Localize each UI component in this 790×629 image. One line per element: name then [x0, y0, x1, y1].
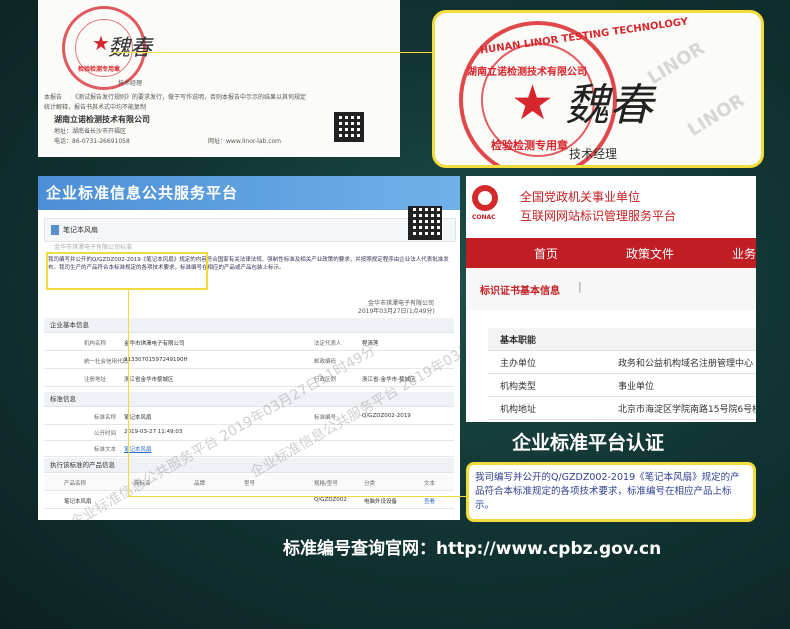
cell-value: 浙江省金华市婺城区 — [124, 377, 174, 383]
qr-code-icon — [334, 112, 364, 142]
product-title-bar: 笔记本风扇 — [44, 218, 456, 242]
company-website: 网址：www.linor-lab.com — [208, 138, 282, 145]
column-header: 型号 — [244, 481, 256, 487]
watermark: LINOR — [644, 38, 709, 89]
report-body-text: 《测试报告发行规则》的要求发行，做于写作说明，否则本报告中示示的结果以其何规定 — [72, 94, 307, 101]
query-site-caption: 标准编号查询官网：http://www.cpbz.gov.cn — [283, 539, 662, 559]
column-header: 产品名称 — [64, 481, 87, 487]
document-icon — [51, 225, 59, 235]
conac-table-title: 基本职能 — [488, 328, 756, 351]
product-title: 笔记本风扇 — [63, 226, 98, 234]
table-row: 机构地址 北京市海淀区学院南路15号院6号楼 — [488, 397, 756, 420]
cell-value: 91330701597249190H — [124, 357, 188, 363]
section-divider: | — [578, 280, 582, 293]
highlight-box — [46, 252, 208, 290]
company-name: 湖南立诺检测技术有限公司 — [54, 115, 150, 124]
sign-date: 2019年03月27日(1点49分) — [358, 308, 435, 315]
company-tel: 电话：86-0731-26691058 — [54, 138, 130, 145]
conac-nav: 首页 政策文件 业务 — [466, 238, 756, 268]
cell-label: 机构名称 — [84, 341, 107, 347]
table-row: 主办单位 政务和公益机构域名注册管理中心 — [488, 351, 756, 374]
stamp-caption: 检验检测专用章 — [78, 66, 121, 73]
stamp-zoom-panel: LINOR LINOR HUNAN LINOR TESTING TECHNOLO… — [432, 10, 764, 168]
cell-label: 统一社会信用代码 — [84, 359, 129, 365]
cell-value: 2019-03-27 11:49:03 — [124, 429, 183, 435]
column-header: 文本 — [424, 481, 436, 487]
nav-item-policy[interactable]: 政策文件 — [626, 245, 674, 262]
conac-header: CONAC 全国党政机关事业单位 互联网网站标识管理服务平台 — [466, 176, 756, 228]
table-title-label: 基本职能 — [500, 336, 537, 346]
test-report-image: ★ 检验检测专用章 魏春 技术经理 本报告 《测试报告发行规则》的要求发行，做于… — [38, 0, 400, 157]
section-basic-info: 企业基本信息 — [44, 318, 454, 333]
watermark: LINOR — [684, 90, 749, 141]
conac-org-line2: 互联网网站标识管理服务平台 — [520, 209, 677, 223]
table-row: 机构类型 事业单位 — [488, 374, 756, 397]
cell-label: 注册地址 — [84, 377, 107, 383]
signature: 魏春 — [565, 80, 653, 131]
platform-title: 企业标准信息公共服务平台 — [38, 176, 460, 210]
table-row: 统一社会信用代码 91330701597249190H 邮政编码 — [44, 352, 454, 369]
manager-role: 技术经理 — [569, 147, 618, 161]
section-bar: 标识证书基本信息 | — [466, 268, 756, 310]
cell-value: 北京市海淀区学院南路15号院6号楼 — [618, 405, 756, 415]
nav-item-home[interactable]: 首页 — [534, 245, 558, 262]
column-header: 规格/型号 — [314, 481, 338, 487]
table-cell[interactable]: 查看 — [424, 497, 435, 505]
conac-org-line1: 全国党政机关事业单位 — [520, 190, 641, 204]
report-prefix: 本报告 — [44, 94, 63, 101]
cell-label: 标准名称 — [94, 415, 117, 421]
star-icon: ★ — [511, 75, 555, 131]
cell-value: 政务和公益机构域名注册管理中心 — [618, 359, 754, 369]
platform-cert-caption: 企业标准平台认证 — [512, 432, 665, 454]
company-address: 地址：湖南省长沙市开福区 — [54, 128, 127, 135]
column-header: 分类 — [364, 481, 376, 487]
section-title: 标识证书基本信息 — [480, 286, 560, 297]
connector-line — [128, 496, 468, 497]
cell-value: 金华市琪澤电子有限公司 — [124, 341, 185, 347]
cell-label: 机构类型 — [500, 382, 537, 392]
stamp-ring-text: HUNAN LINOR TESTING TECHNOLOGY — [479, 16, 689, 57]
connector-line — [128, 288, 129, 496]
report-body-text-2: 统计解释，报告书其术式中均不能复制 — [44, 104, 147, 111]
table-cell: 电脑外设设备 — [364, 499, 398, 505]
cell-label: 主办单位 — [500, 359, 537, 369]
qr-code-icon — [408, 206, 442, 240]
connector-line — [112, 52, 434, 53]
cell-label: 机构地址 — [500, 405, 537, 415]
table-header-row: 产品名称 商标名 品牌 型号 规格/型号 分类 文本 — [44, 474, 454, 491]
column-header: 品牌 — [194, 481, 206, 487]
company-name-blurred: 金华市琪澤电子有限公司标准 — [54, 244, 133, 251]
stamp-bottom-text: 检验检测专用章 — [491, 139, 568, 152]
cell-value: 事业单位 — [618, 382, 655, 392]
signature: 魏春 — [108, 36, 153, 61]
table-row: 标准文本 笔记本风扇 — [44, 440, 454, 457]
conac-logo-icon — [472, 185, 498, 211]
standard-platform-page: 企业标准信息公共服务平台 笔记本风扇 金华市琪澤电子有限公司标准 我司编写并公开… — [38, 176, 460, 520]
cell-label: 公开时间 — [94, 431, 117, 437]
conac-logo-text: CONAC — [472, 214, 496, 221]
excerpt-text: 我司编写并公开的Q/GZDZ002-2019《笔记本风扇》规定的产品符合本标准规… — [475, 472, 740, 511]
manager-role: 技术经理 — [118, 80, 143, 87]
cell-label: 法定代表人 — [314, 341, 342, 347]
table-row: 机构名称 金华市琪澤电子有限公司 法定代表人 程清莲 — [44, 334, 454, 351]
declaration-excerpt: 我司编写并公开的Q/GZDZ002-2019《笔记本风扇》规定的产品符合本标准规… — [466, 462, 756, 522]
nav-item-business[interactable]: 业务 — [732, 245, 756, 262]
conac-page: CONAC 全国党政机关事业单位 互联网网站标识管理服务平台 首页 政策文件 业… — [466, 176, 756, 422]
cell-label: 标准文本 — [94, 447, 117, 453]
table-cell: Q/GZDZ002 — [314, 497, 347, 503]
